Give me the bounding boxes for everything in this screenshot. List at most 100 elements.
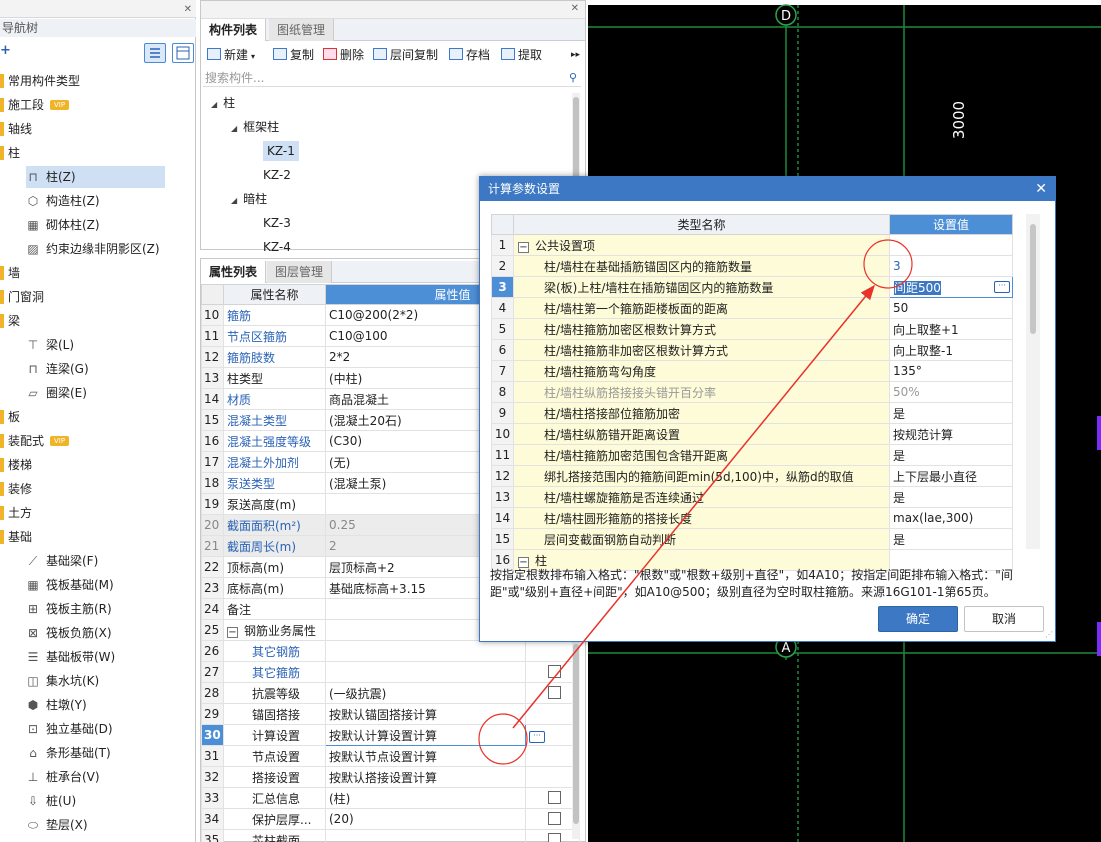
nav-item-folder[interactable]: 门窗洞	[0, 286, 44, 308]
nav-item-folder[interactable]: 梁	[0, 310, 20, 332]
setting-row[interactable]: 13 柱/墙柱螺旋箍筋是否连续通过是	[491, 486, 1013, 508]
dialog-scrollbar[interactable]	[1026, 214, 1040, 549]
property-value[interactable]: (柱)	[325, 787, 526, 809]
property-value[interactable]	[325, 829, 526, 842]
property-row[interactable]: 27 其它箍筋	[201, 661, 581, 683]
component-tree-item[interactable]: ◢ 框架柱	[231, 117, 279, 137]
setting-value[interactable]: 50	[889, 297, 1013, 319]
setting-value-input[interactable]: 间距500	[894, 280, 941, 295]
delete-button[interactable]: 删除	[323, 46, 364, 64]
nav-item-child[interactable]: ⊓ 柱(Z)	[26, 166, 165, 188]
component-tree-item[interactable]: KZ-2	[263, 165, 291, 185]
archive-button[interactable]: 存档	[449, 46, 490, 64]
setting-row[interactable]: 12 绑扎搭接范围内的箍筋间距min(5d,100)中，纵筋d的取值 上下层最小直径	[491, 465, 1013, 487]
nav-item-folder[interactable]: 楼梯	[0, 454, 32, 476]
property-value[interactable]	[325, 661, 526, 683]
component-tree-item[interactable]: KZ-4	[263, 237, 291, 257]
tab-drawing-management[interactable]: 图纸管理	[269, 19, 335, 41]
property-value[interactable]: (20)	[325, 808, 526, 830]
nav-item-folder[interactable]: 基础	[0, 526, 32, 548]
component-tree-item[interactable]: KZ-3	[263, 213, 291, 233]
property-value[interactable]: 按默认计算设置计算	[325, 724, 526, 746]
setting-value[interactable]: max(lae,300)	[889, 507, 1013, 529]
component-tree-item[interactable]: ◢ 柱	[211, 93, 235, 113]
checkbox[interactable]	[547, 791, 561, 804]
list-view-icon[interactable]	[144, 43, 166, 63]
nav-item-child[interactable]: ⊥ 桩承台(V)	[26, 766, 100, 788]
floor-copy-button[interactable]: 层间复制	[373, 46, 438, 64]
setting-row[interactable]: 2 柱/墙柱在基础插筋锚固区内的箍筋数量 3	[491, 255, 1013, 277]
setting-value[interactable]: 是	[889, 486, 1013, 508]
nav-item-folder[interactable]: 墙	[0, 262, 20, 284]
nav-item-child[interactable]: ⊓ 连梁(G)	[26, 358, 88, 380]
expand-triangle-icon[interactable]: ◢	[231, 191, 237, 211]
nav-item-child[interactable]: ▨ 约束边缘非阴影区(Z)	[26, 238, 159, 260]
nav-item-child[interactable]: ⬭ 垫层(X)	[26, 814, 88, 836]
nav-item-child[interactable]: ▱ 圈梁(E)	[26, 382, 87, 404]
collapse-icon[interactable]: −	[518, 241, 529, 253]
setting-row[interactable]: 9 柱/墙柱搭接部位箍筋加密是	[491, 402, 1013, 424]
nav-item-child[interactable]: ⬢ 柱墩(Y)	[26, 694, 87, 716]
grid-view-icon[interactable]	[172, 43, 194, 63]
setting-value[interactable]: 是	[889, 528, 1013, 550]
setting-row[interactable]: 5 柱/墙柱箍筋加密区根数计算方式 向上取整+1	[491, 318, 1013, 340]
setting-value[interactable]: 3	[889, 255, 1013, 277]
nav-item-folder[interactable]: 施工段 VIP	[0, 94, 70, 116]
expand-triangle-icon[interactable]: ◢	[211, 95, 217, 115]
setting-row[interactable]: 7 柱/墙柱箍筋弯勾角度 135°	[491, 360, 1013, 382]
nav-item-child[interactable]: ◫ 集水坑(K)	[26, 670, 99, 692]
tab-component-list[interactable]: 构件列表	[201, 19, 267, 41]
nav-item-child[interactable]: ⟋ 基础梁(F)	[26, 550, 98, 572]
add-icon[interactable]: +	[0, 43, 11, 58]
component-tree-item[interactable]: KZ-1	[263, 141, 299, 161]
setting-value[interactable]: 50%	[889, 381, 1013, 403]
nav-item-child[interactable]: ▦ 砌体柱(Z)	[26, 214, 99, 236]
nav-item-folder[interactable]: 装配式 VIP	[0, 430, 70, 452]
property-value[interactable]: (一级抗震)	[325, 682, 526, 704]
setting-row[interactable]: 1− 公共设置项	[491, 234, 1013, 256]
close-icon[interactable]: ✕	[184, 4, 192, 15]
setting-row[interactable]: 8 柱/墙柱纵筋搭接接头错开百分率 50%	[491, 381, 1013, 403]
property-row[interactable]: 33 汇总信息 (柱)	[201, 787, 581, 809]
property-row[interactable]: 32 搭接设置 按默认搭接设置计算	[201, 766, 581, 788]
property-row[interactable]: 31 节点设置 按默认节点设置计算	[201, 745, 581, 767]
nav-item-folder[interactable]: 柱	[0, 142, 20, 164]
setting-value[interactable]: 按规范计算	[889, 423, 1013, 445]
setting-value[interactable]: 向上取整-1	[889, 339, 1013, 361]
tab-layer-management[interactable]: 图层管理	[267, 261, 333, 283]
setting-row[interactable]: 6 柱/墙柱箍筋非加密区根数计算方式 向上取整-1	[491, 339, 1013, 361]
search-icon[interactable]: ⚲	[569, 69, 577, 87]
property-row[interactable]: 30 计算设置 按默认计算设置计算 ···	[201, 724, 581, 746]
checkbox[interactable]	[547, 686, 561, 699]
nav-item-child[interactable]: ☰ 基础板带(W)	[26, 646, 116, 668]
component-search-input[interactable]: 搜索构件... ⚲	[203, 69, 581, 87]
expand-triangle-icon[interactable]: ◢	[231, 119, 237, 139]
setting-value[interactable]: 是	[889, 444, 1013, 466]
nav-item-folder[interactable]: 常用构件类型	[0, 70, 80, 92]
setting-row[interactable]: 11 柱/墙柱箍筋加密范围包含错开距离是	[491, 444, 1013, 466]
setting-value[interactable]: 是	[889, 402, 1013, 424]
property-value[interactable]: 按默认锚固搭接计算	[325, 703, 526, 725]
setting-row[interactable]: 15 层间变截面钢筋自动判断是	[491, 528, 1013, 550]
close-icon[interactable]: ✕	[571, 3, 579, 14]
ok-button[interactable]: 确定	[878, 606, 958, 632]
property-value[interactable]	[325, 640, 526, 662]
setting-row[interactable]: 4 柱/墙柱第一个箍筋距楼板面的距离 50	[491, 297, 1013, 319]
nav-item-child[interactable]: ⇩ 桩(U)	[26, 790, 76, 812]
nav-item-folder[interactable]: 轴线	[0, 118, 32, 140]
tab-property-list[interactable]: 属性列表	[201, 261, 267, 283]
dialog-titlebar[interactable]: 计算参数设置 ✕	[480, 177, 1055, 201]
new-button[interactable]: 新建 ▾	[207, 46, 255, 64]
nav-item-child[interactable]: ⊠ 筏板负筋(X)	[26, 622, 112, 644]
property-row[interactable]: 28 抗震等级 (一级抗震)	[201, 682, 581, 704]
cancel-button[interactable]: 取消	[964, 606, 1044, 632]
ellipsis-button[interactable]: ···	[994, 281, 1010, 293]
dialog-close-icon[interactable]: ✕	[1035, 177, 1047, 201]
nav-item-child[interactable]: ▦ 筏板基础(M)	[26, 574, 113, 596]
setting-row[interactable]: 10 柱/墙柱纵筋错开距离设置 按规范计算	[491, 423, 1013, 445]
property-row[interactable]: 29 锚固搭接 按默认锚固搭接计算	[201, 703, 581, 725]
nav-item-folder[interactable]: 板	[0, 406, 20, 428]
extract-button[interactable]: 提取	[501, 46, 542, 64]
property-value[interactable]: 按默认节点设置计算	[325, 745, 526, 767]
checkbox[interactable]	[547, 812, 561, 825]
